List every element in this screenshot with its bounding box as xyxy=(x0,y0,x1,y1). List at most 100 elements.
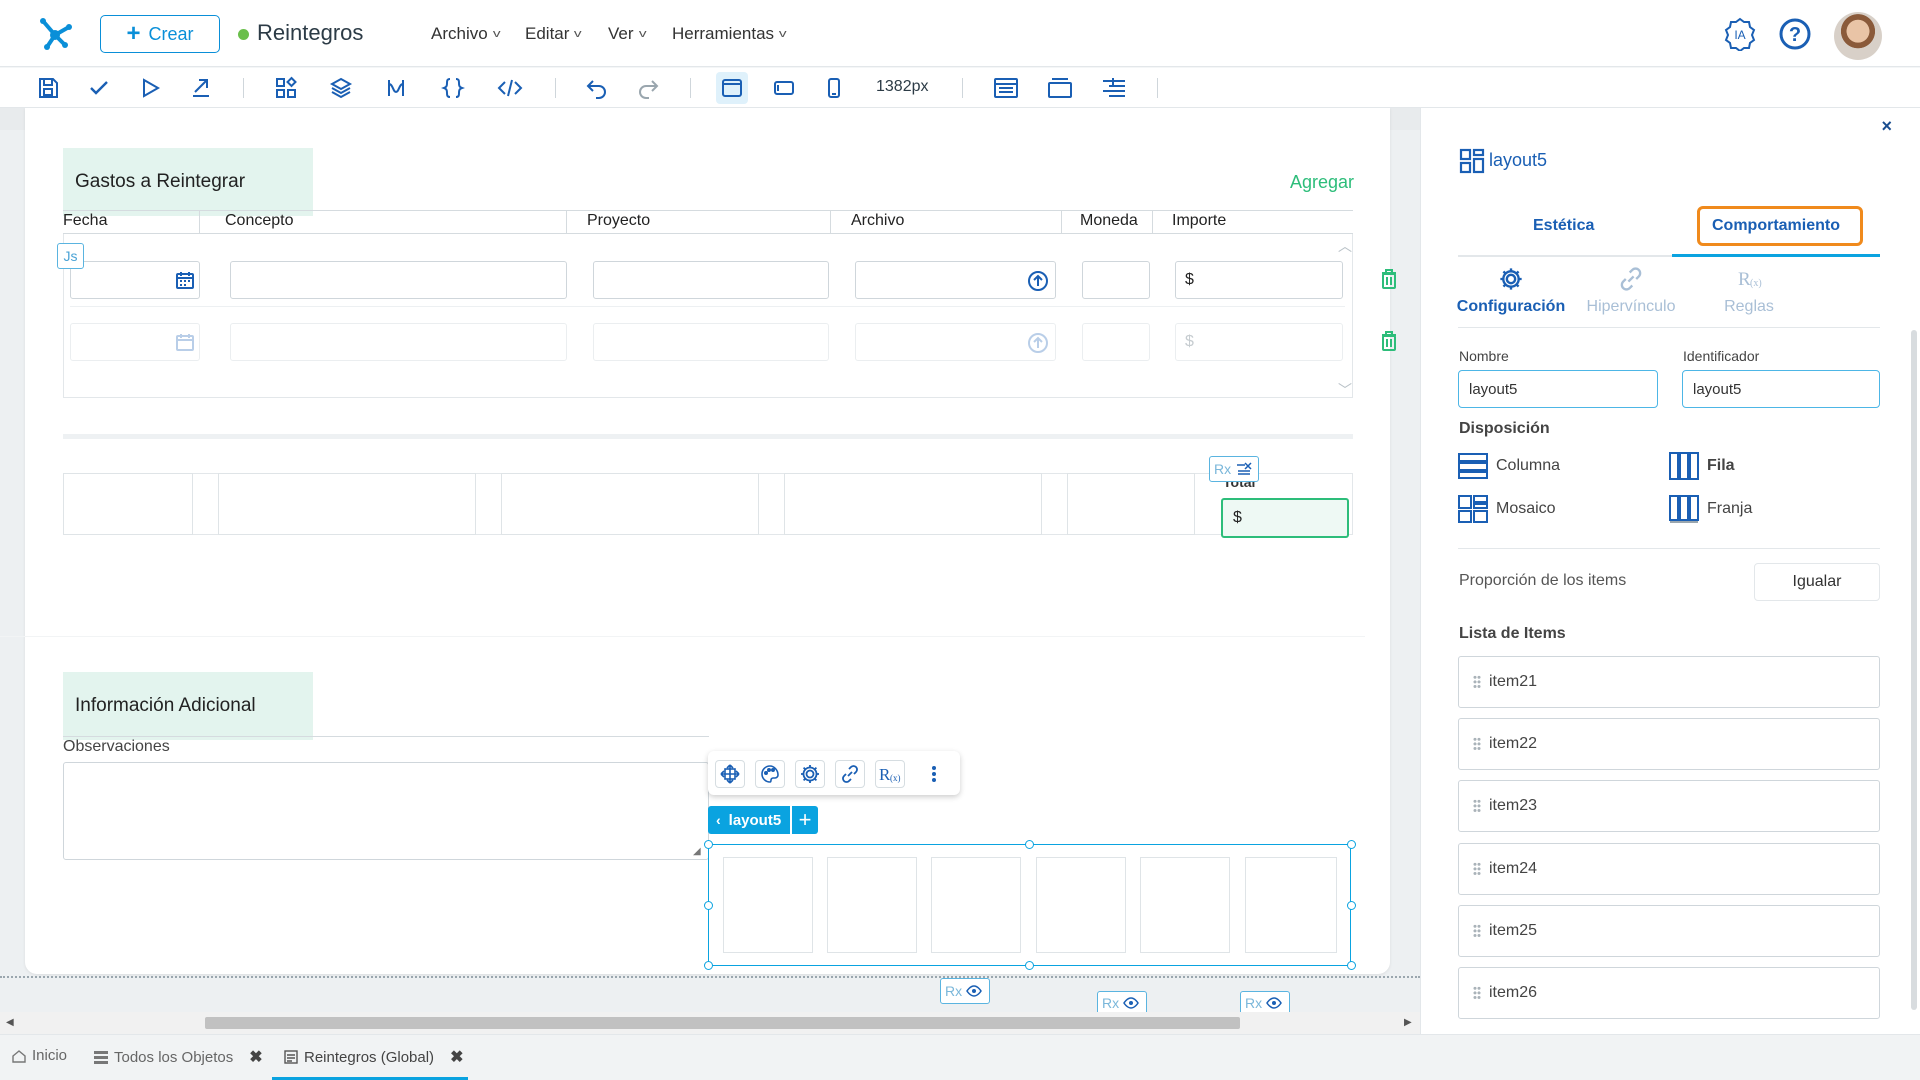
list-item[interactable]: item21 xyxy=(1458,656,1880,708)
menu-herramientas[interactable]: Herramientas v xyxy=(672,24,787,44)
disposicion-franja[interactable]: Franja xyxy=(1669,495,1752,523)
drag-handle-icon[interactable] xyxy=(1473,799,1481,813)
resize-handle[interactable] xyxy=(1347,901,1356,910)
list-item[interactable]: item24 xyxy=(1458,843,1880,895)
settings-gear-icon[interactable] xyxy=(795,760,825,788)
disposicion-mosaico[interactable]: Mosaico xyxy=(1458,495,1556,523)
tablet-view-icon[interactable] xyxy=(772,76,796,100)
concepto-input[interactable] xyxy=(230,323,567,361)
braces-icon[interactable] xyxy=(441,76,465,100)
resize-handle[interactable] xyxy=(1347,961,1356,970)
subtab-hipervinculo[interactable]: Hipervínculo xyxy=(1571,266,1691,316)
more-vert-icon[interactable] xyxy=(922,760,946,788)
igualar-button[interactable]: Igualar xyxy=(1754,563,1880,601)
drag-handle-icon[interactable] xyxy=(1473,675,1481,689)
rx-badge[interactable]: Rx xyxy=(1209,456,1259,482)
publish-icon[interactable] xyxy=(189,76,213,100)
redo-icon[interactable] xyxy=(636,76,660,100)
grid-scroll-up-icon[interactable]: ︿ xyxy=(1338,236,1352,256)
drag-handle-icon[interactable] xyxy=(1473,986,1481,1000)
section-info-title[interactable]: Información Adicional xyxy=(63,672,313,740)
disposicion-columna[interactable]: Columna xyxy=(1458,452,1560,480)
subtab-reglas[interactable]: R (x) Reglas xyxy=(1689,266,1809,316)
variables-icon[interactable] xyxy=(384,76,408,100)
selected-element-tag[interactable]: ‹ layout5 xyxy=(708,806,790,834)
rx-badge[interactable]: Rx xyxy=(1097,991,1147,1012)
upload-icon[interactable] xyxy=(1027,270,1049,292)
archivo-input[interactable] xyxy=(855,323,1056,361)
drag-handle-icon[interactable] xyxy=(1473,924,1481,938)
calendar-icon[interactable] xyxy=(175,270,195,290)
close-icon[interactable]: × xyxy=(1881,116,1892,137)
play-icon[interactable] xyxy=(138,76,162,100)
drag-handle-icon[interactable] xyxy=(1473,737,1481,751)
section-gastos-title[interactable]: Gastos a Reintegrar xyxy=(63,148,313,216)
layout-item[interactable] xyxy=(1140,857,1230,953)
mobile-view-icon[interactable] xyxy=(822,76,846,100)
menu-editar[interactable]: Editar v xyxy=(525,24,582,44)
palette-icon[interactable] xyxy=(755,760,785,788)
scroll-right-icon[interactable]: ▶ xyxy=(1404,1017,1412,1028)
save-icon[interactable] xyxy=(36,76,60,100)
controls-icon[interactable] xyxy=(274,76,298,100)
scroll-left-icon[interactable]: ◀ xyxy=(6,1017,14,1028)
delete-row-icon[interactable] xyxy=(1379,268,1399,290)
rules-icon[interactable]: R (x) xyxy=(875,760,905,788)
nombre-input[interactable]: layout5 xyxy=(1458,370,1658,408)
close-tab-icon[interactable]: ✖ xyxy=(249,1047,262,1067)
drag-handle-icon[interactable] xyxy=(1473,862,1481,876)
close-tab-icon[interactable]: ✖ xyxy=(450,1047,463,1067)
add-element-button[interactable]: + xyxy=(792,806,818,834)
check-icon[interactable] xyxy=(87,76,111,100)
archivo-input[interactable] xyxy=(855,261,1056,299)
moneda-input[interactable] xyxy=(1082,261,1150,299)
js-badge[interactable]: Js xyxy=(57,243,84,269)
list-item[interactable]: item23 xyxy=(1458,780,1880,832)
avatar[interactable] xyxy=(1834,12,1882,60)
resize-handle[interactable] xyxy=(704,901,713,910)
calendar-icon[interactable] xyxy=(175,332,195,352)
importe-input[interactable] xyxy=(1175,261,1343,299)
add-row-link[interactable]: Agregar xyxy=(1290,172,1354,193)
layout-item[interactable] xyxy=(931,857,1021,953)
identificador-input[interactable]: layout5 xyxy=(1682,370,1880,408)
proyecto-input[interactable] xyxy=(593,323,829,361)
proyecto-input[interactable] xyxy=(593,261,829,299)
panel-scrollbar[interactable] xyxy=(1911,330,1917,1010)
link-icon[interactable] xyxy=(835,760,865,788)
bottom-tab-inicio[interactable]: Inicio xyxy=(12,1047,67,1064)
layers-icon[interactable] xyxy=(329,76,353,100)
upload-icon[interactable] xyxy=(1027,332,1049,354)
menu-archivo[interactable]: Archivo v xyxy=(431,24,500,44)
layout-item[interactable] xyxy=(723,857,813,953)
list-item[interactable]: item25 xyxy=(1458,905,1880,957)
list-item[interactable]: item26 xyxy=(1458,967,1880,1019)
disposicion-fila[interactable]: Fila xyxy=(1669,452,1735,480)
resize-handle[interactable] xyxy=(1347,840,1356,849)
importe-input[interactable] xyxy=(1175,323,1343,361)
ai-icon[interactable]: IA xyxy=(1723,17,1757,51)
selected-layout[interactable] xyxy=(708,844,1351,966)
resize-handle[interactable] xyxy=(1025,961,1034,970)
list-item[interactable]: item22 xyxy=(1458,718,1880,770)
tab-comportamiento[interactable]: Comportamiento xyxy=(1712,217,1840,235)
menu-ver[interactable]: Ver v xyxy=(608,24,646,44)
help-icon[interactable]: ? xyxy=(1778,17,1812,51)
delete-row-icon[interactable] xyxy=(1379,330,1399,352)
observaciones-textarea[interactable] xyxy=(63,762,709,860)
bottom-tab-reintegros[interactable]: Reintegros (Global) ✖ xyxy=(284,1047,463,1067)
grid-scroll-down-icon[interactable]: ﹀ xyxy=(1338,380,1352,400)
window-icon[interactable] xyxy=(1047,76,1072,100)
tab-estetica[interactable]: Estética xyxy=(1533,217,1594,235)
app-logo-icon[interactable] xyxy=(35,13,75,53)
align-icon[interactable] xyxy=(1101,76,1125,100)
code-icon[interactable] xyxy=(497,76,523,100)
bottom-tab-todos[interactable]: Todos los Objetos ✖ xyxy=(94,1047,263,1067)
concepto-input[interactable] xyxy=(230,261,567,299)
moneda-input[interactable] xyxy=(1082,323,1150,361)
horizontal-scrollbar[interactable]: ◀ ▶ xyxy=(0,1012,1420,1034)
rx-badge[interactable]: Rx xyxy=(940,978,990,1004)
resize-handle[interactable] xyxy=(704,840,713,849)
desktop-view-icon[interactable] xyxy=(720,76,744,100)
scrollbar-thumb[interactable] xyxy=(205,1017,1240,1029)
